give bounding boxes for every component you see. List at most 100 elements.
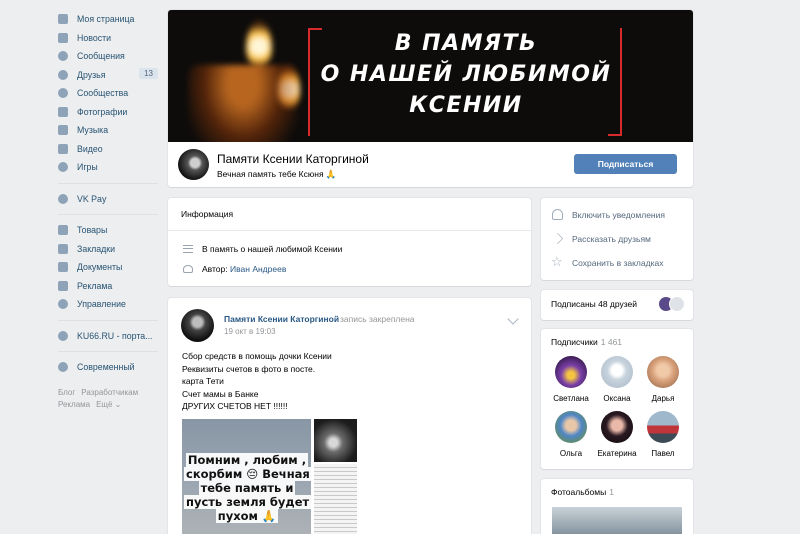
footer-link-more[interactable]: Ещё ⌄ (96, 400, 121, 409)
sidebar-item-ads[interactable]: Реклама (58, 277, 158, 296)
subscribers-heading[interactable]: Подписчики 1 461 (551, 337, 622, 347)
post-text-line: карта Тети (182, 376, 224, 386)
sidebar-footer: Блог Разработчикам Реклама Ещё ⌄ (58, 387, 158, 411)
info-description: В память о нашей любимой Ксении (202, 244, 343, 254)
subscriber-item[interactable]: Екатерина (594, 411, 640, 458)
subscribe-button[interactable]: Подписаться (574, 154, 677, 174)
post-text: Сбор средств в помощь дочки Ксении Рекви… (182, 350, 332, 413)
manage-icon (58, 299, 68, 310)
sidebar-divider (58, 182, 158, 184)
sidebar-item-goods[interactable]: Товары (58, 221, 158, 240)
sidebar-item-modern[interactable]: Современный (58, 358, 158, 377)
share-action[interactable]: Рассказать друзьям (551, 232, 651, 245)
footer-link-ads[interactable]: Реклама (58, 400, 90, 409)
sidebar-item-documents[interactable]: Документы (58, 258, 158, 277)
sidebar-item-games[interactable]: Игры (58, 158, 158, 177)
sidebar-item-label: Реклама (77, 280, 113, 291)
albums-title: Фотоальбомы (551, 487, 607, 497)
avatar (647, 356, 679, 388)
album-thumbnail[interactable] (552, 507, 682, 534)
bookmarks-icon (58, 243, 68, 254)
cover-image: в память о нашей любимой Ксении (168, 10, 693, 142)
sidebar-item-communities[interactable]: Сообщества (58, 84, 158, 103)
post-photo[interactable] (314, 464, 357, 534)
music-icon (58, 125, 68, 136)
sidebar-item-manage[interactable]: Управление (58, 295, 158, 314)
action-label: Включить уведомления (572, 209, 665, 220)
post-pinned-label: запись закреплена (340, 314, 415, 324)
sidebar-divider (58, 214, 158, 215)
sidebar-item-video[interactable]: Видео (58, 140, 158, 159)
sidebar-item-music[interactable]: Музыка (58, 121, 158, 140)
goods-icon (58, 225, 68, 236)
post-photo[interactable]: Помним , любим , скорбим 😔 Вечная тебе п… (182, 419, 311, 534)
camera-icon (58, 106, 68, 117)
subscriber-item[interactable]: Ольга (548, 411, 594, 458)
sidebar-item-photos[interactable]: Фотографии (58, 103, 158, 122)
games-icon (58, 162, 68, 173)
albums-heading[interactable]: Фотоальбомы 1 (551, 487, 614, 497)
sidebar-item-label: Управление (77, 299, 126, 310)
chevron-down-icon[interactable] (507, 313, 519, 325)
subscriber-item[interactable]: Светлана (548, 356, 594, 403)
cover-caption: в память о нашей любимой Ксении (316, 28, 616, 121)
enable-notifications-action[interactable]: Включить уведомления (552, 209, 665, 220)
sidebar-divider (58, 319, 158, 321)
author-link[interactable]: Иван Андреев (230, 264, 286, 274)
friends-subscribed-card[interactable]: Подписаны 48 друзей (541, 290, 693, 320)
sidebar-item-label: Моя страница (77, 14, 135, 25)
avatar (555, 411, 587, 443)
subscriber-item[interactable]: Павел (640, 411, 686, 458)
friends-icon (58, 69, 68, 80)
vkpay-icon (58, 193, 68, 204)
subscriber-name: Дарья (651, 394, 675, 403)
sidebar-item-my-page[interactable]: Моя страница (58, 10, 158, 29)
chat-icon (58, 362, 68, 373)
post-date[interactable]: 19 окт в 19:03 (224, 327, 276, 336)
albums-count: 1 (609, 487, 614, 497)
video-icon (58, 143, 68, 154)
sidebar-item-ku66[interactable]: KU66.RU - порта... (58, 327, 158, 346)
photo-albums-card: Фотоальбомы 1 (541, 479, 693, 534)
sidebar-item-bookmarks[interactable]: Закладки (58, 240, 158, 259)
divider (168, 230, 531, 231)
share-arrow-icon (551, 232, 564, 245)
avatar (647, 411, 679, 443)
post-author-link[interactable]: Памяти Ксении Каторгиной (224, 314, 339, 324)
subscriber-item[interactable]: Оксана (594, 356, 640, 403)
footer-link-blog[interactable]: Блог (58, 388, 75, 397)
globe-icon (58, 330, 68, 341)
candle-glow (188, 65, 298, 142)
community-avatar[interactable] (178, 149, 209, 180)
post-author-avatar[interactable] (181, 309, 214, 342)
sidebar-item-vkpay[interactable]: VK Pay (58, 190, 158, 209)
description-icon (183, 245, 193, 253)
info-description-row: В память о нашей любимой Ксении (183, 244, 342, 254)
sidebar-item-label: Музыка (77, 125, 109, 136)
sidebar-item-label: KU66.RU - порта... (77, 330, 153, 341)
page-status: Вечная память тебе Ксюня 🙏 (217, 169, 337, 179)
author-prefix: Автор: (202, 264, 228, 274)
footer-link-devs[interactable]: Разработчикам (81, 388, 138, 397)
star-icon (551, 254, 563, 270)
post-photo[interactable] (314, 419, 357, 462)
communities-icon (58, 88, 68, 99)
bookmark-action[interactable]: Сохранить в закладках (551, 254, 663, 270)
sidebar-item-label: Товары (77, 225, 108, 236)
sidebar-item-news[interactable]: Новости (58, 29, 158, 48)
subscribers-count: 1 461 (600, 337, 623, 347)
post-text-line: Счет мамы в Банке (182, 388, 259, 399)
sidebar-item-friends[interactable]: Друзья 13 (58, 66, 158, 85)
subscriber-item[interactable]: Дарья (640, 356, 686, 403)
subscriber-name: Светлана (553, 394, 589, 403)
left-sidebar: Моя страница Новости Сообщения Друзья 13 … (58, 10, 158, 411)
sidebar-item-messages[interactable]: Сообщения (58, 47, 158, 66)
community-header: в память о нашей любимой Ксении Памяти К… (168, 10, 693, 187)
sidebar-item-label: Фотографии (77, 106, 128, 117)
info-heading: Информация (181, 209, 234, 219)
candle-flame (246, 20, 272, 68)
sidebar-item-label: Друзья (77, 69, 106, 80)
sidebar-item-label: Документы (77, 262, 123, 273)
avatar (669, 296, 685, 312)
post-text-line: ДРУГИХ СЧЕТОВ НЕТ !!!!!! (182, 401, 288, 411)
